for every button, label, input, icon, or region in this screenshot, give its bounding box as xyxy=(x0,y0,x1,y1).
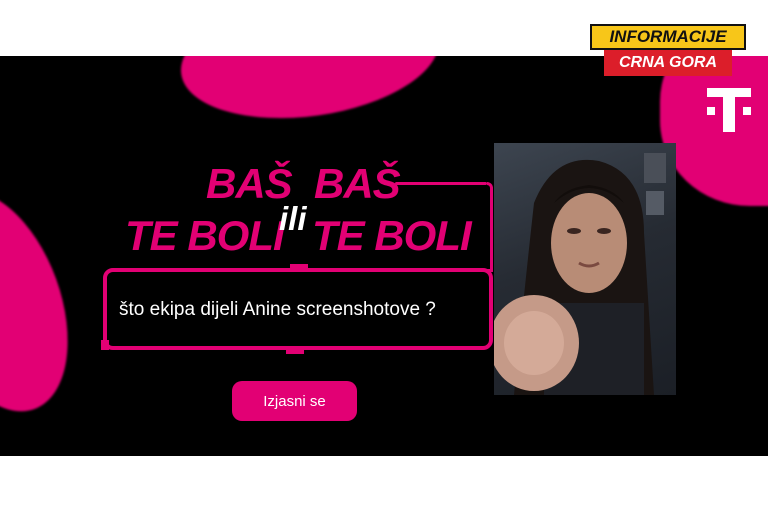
headline-right-line2: TE BOLI xyxy=(312,212,472,259)
frame-line-top xyxy=(395,182,487,185)
frame-mark-top xyxy=(290,264,308,272)
badge-bottom-label: CRNA GORA xyxy=(604,50,732,76)
frame-mark-bottom xyxy=(286,346,304,354)
telekom-logo-icon xyxy=(707,88,751,132)
pink-blob-top xyxy=(172,56,448,134)
headline-right-line1: BAŠ xyxy=(314,160,401,207)
headline-left-line1: BAŠ xyxy=(206,160,293,207)
portrait-photo xyxy=(494,143,676,395)
question-text: što ekipa dijeli Anine screenshotove ? xyxy=(119,299,436,320)
headline-left-line2: TE BOLI xyxy=(125,212,285,259)
frame-line-right xyxy=(487,182,493,272)
info-badge: INFORMACIJE CRNA GORA xyxy=(590,24,746,78)
pink-blob-left xyxy=(0,170,96,432)
badge-top-label: INFORMACIJE xyxy=(590,24,746,50)
cta-button[interactable]: Izjasni se xyxy=(232,381,357,421)
headline-connector: ili xyxy=(279,200,307,237)
frame-mark-corner xyxy=(101,340,109,350)
